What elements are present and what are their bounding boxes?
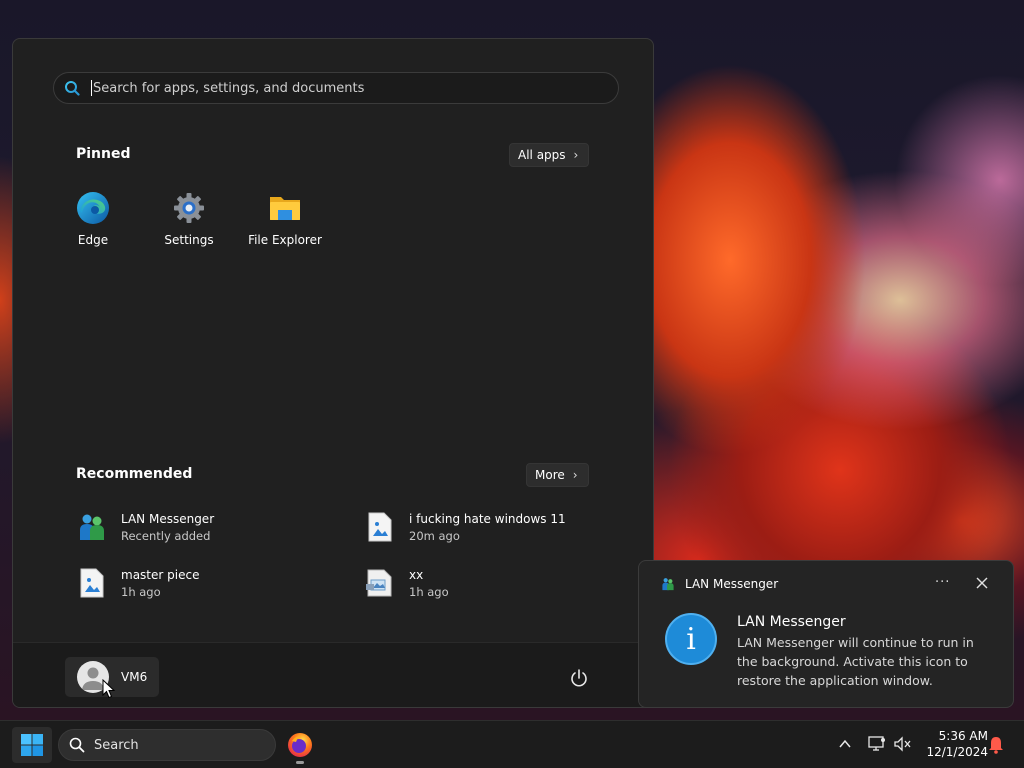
paint-file-icon (365, 567, 395, 599)
folder-icon (270, 197, 300, 220)
pinned-app-settings[interactable]: Settings (141, 191, 237, 261)
recommended-item[interactable]: master piece 1h ago (77, 563, 199, 603)
all-apps-button[interactable]: All apps › (509, 143, 590, 167)
recommended-item-subtitle: 1h ago (409, 584, 449, 599)
pinned-app-label: Settings (164, 233, 214, 247)
notification-toast[interactable]: LAN Messenger ··· i LAN Messenger LAN Me… (638, 560, 1014, 708)
user-name: VM6 (121, 670, 148, 684)
start-search-box[interactable] (53, 72, 619, 104)
text-caret (91, 80, 92, 96)
pinned-app-file-explorer[interactable]: File Explorer (237, 191, 333, 261)
chevron-right-icon: › (573, 148, 579, 162)
pinned-heading: Pinned (76, 146, 131, 162)
recommended-item-name: master piece (121, 567, 200, 582)
recommended-item-name: LAN Messenger (121, 511, 215, 526)
power-icon[interactable] (569, 668, 589, 688)
clock-time: 5:36 AM (938, 729, 988, 743)
all-apps-label: All apps (518, 148, 566, 162)
running-indicator (296, 761, 304, 764)
pinned-app-edge[interactable]: Edge (45, 191, 141, 261)
pinned-app-label: Edge (77, 233, 109, 247)
chevron-right-icon: › (572, 468, 578, 482)
gear-icon (174, 193, 204, 223)
edge-icon (77, 192, 109, 224)
info-icon: i (665, 613, 717, 665)
start-menu: Pinned All apps › Edge (12, 38, 654, 708)
lan-messenger-icon (662, 578, 674, 591)
recommended-item[interactable]: LAN Messenger Recently added (77, 507, 214, 547)
taskbar-search[interactable]: Search (58, 729, 276, 761)
search-icon (65, 81, 80, 96)
volume-muted-icon[interactable] (894, 736, 912, 752)
image-file-icon (365, 511, 395, 543)
recommended-item-subtitle: Recently added (121, 528, 211, 543)
windows-logo-icon (21, 734, 43, 756)
recommended-item-name: i fucking hate windows 11 (409, 511, 566, 526)
more-button[interactable]: More › (526, 463, 589, 487)
notification-header: LAN Messenger (661, 577, 778, 591)
network-icon[interactable] (868, 736, 886, 752)
start-button[interactable] (12, 727, 52, 763)
recommended-item[interactable]: i fucking hate windows 11 20m ago (365, 507, 566, 547)
start-search-input[interactable] (93, 80, 593, 96)
image-file-icon (77, 567, 107, 599)
notification-app-name: LAN Messenger (685, 577, 779, 591)
notification-body: LAN Messenger will continue to run in th… (737, 635, 974, 688)
taskbar-search-label: Search (94, 737, 139, 753)
mouse-cursor-icon (102, 679, 116, 699)
clock-date: 12/1/2024 (926, 745, 988, 759)
chevron-up-icon[interactable] (838, 738, 852, 750)
recommended-item-name: xx (409, 567, 424, 582)
recommended-item-subtitle: 1h ago (121, 584, 161, 599)
taskbar: Search 5:36 AM 12/1/2024 (0, 720, 1024, 768)
notification-title: LAN Messenger (737, 614, 846, 630)
pinned-app-label: File Explorer (248, 233, 322, 247)
recommended-item[interactable]: xx 1h ago (365, 563, 449, 603)
firefox-icon[interactable] (286, 731, 314, 759)
lan-messenger-icon (77, 511, 107, 543)
more-label: More (535, 468, 565, 482)
close-icon[interactable] (975, 576, 989, 590)
search-icon (69, 737, 85, 753)
notification-bell-icon[interactable] (988, 736, 1004, 754)
recommended-item-subtitle: 20m ago (409, 528, 460, 543)
more-options-icon[interactable]: ··· (935, 575, 950, 590)
taskbar-clock[interactable]: 5:36 AM 12/1/2024 (922, 728, 988, 760)
recommended-heading: Recommended (76, 466, 193, 482)
